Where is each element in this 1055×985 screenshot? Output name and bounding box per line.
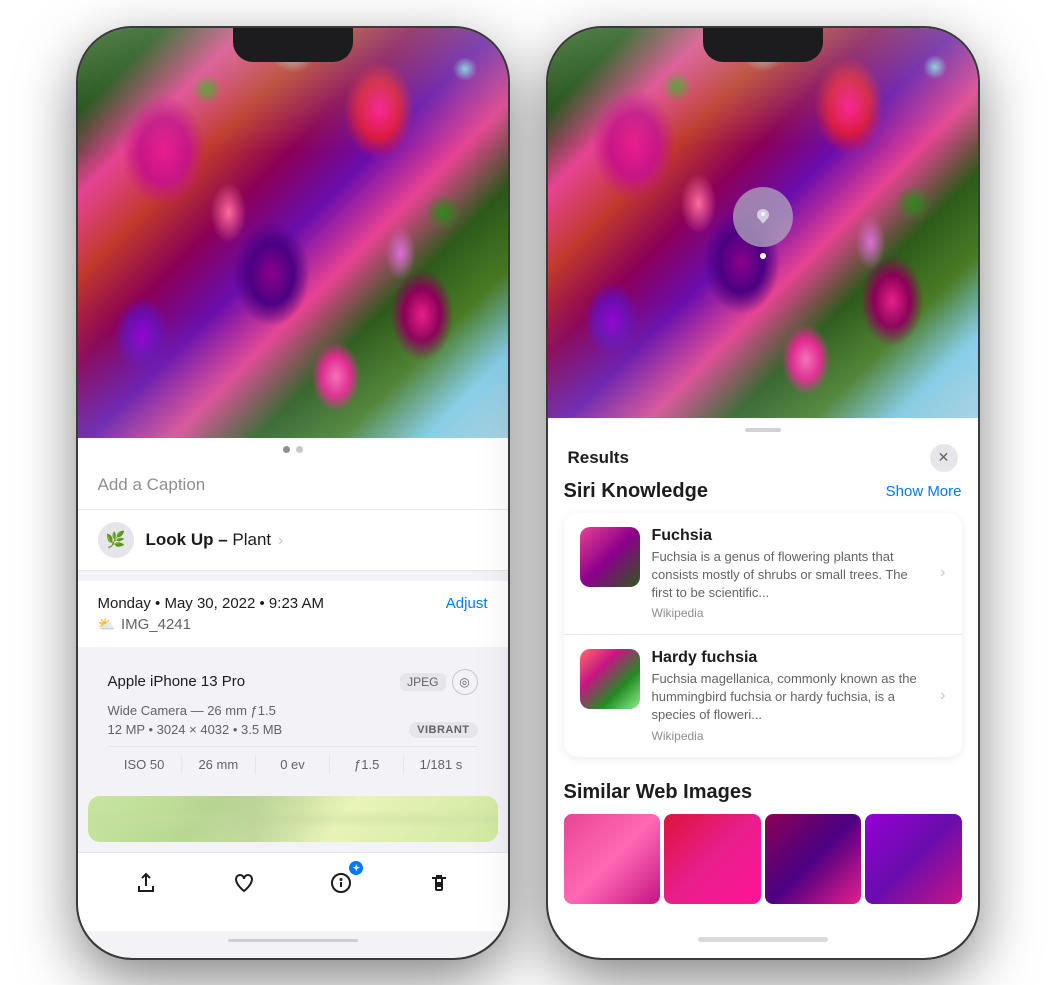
knowledge-item-fuchsia[interactable]: Fuchsia Fuchsia is a genus of flowering … (564, 513, 962, 635)
dot-2 (296, 446, 303, 453)
exif-aperture: ƒ1.5 (330, 755, 404, 774)
device-section: Apple iPhone 13 Pro JPEG ◎ Wide Camera —… (88, 657, 498, 786)
info-badge: ✦ (349, 861, 363, 875)
home-indicator (228, 939, 358, 941)
results-header: Results ✕ (548, 432, 978, 480)
exif-iso: ISO 50 (108, 755, 182, 774)
fuchsia-thumbnail (580, 527, 640, 587)
delete-button[interactable] (421, 865, 457, 901)
leaf-icon: 🌿 (106, 530, 126, 550)
right-phone: Results ✕ Siri Knowledge Show More Fuchs… (548, 28, 978, 958)
fuchsia-text: Fuchsia Fuchsia is a genus of flowering … (652, 527, 929, 621)
favorite-button[interactable] (226, 865, 262, 901)
visual-lookup-badge[interactable] (733, 187, 793, 247)
location-icon: ◎ (452, 669, 478, 695)
lookup-label: Look Up – Plant › (146, 530, 284, 550)
flower-photo-right[interactable] (548, 28, 978, 418)
home-indicator-right (698, 937, 828, 942)
caption-placeholder[interactable]: Add a Caption (98, 475, 206, 494)
exif-ev: 0 ev (256, 755, 330, 774)
exif-shutter: 1/181 s (404, 755, 477, 774)
hardy-fuchsia-chevron-icon: › (940, 687, 945, 705)
map-preview[interactable] (88, 796, 498, 843)
hardy-fuchsia-description: Fuchsia magellanica, commonly known as t… (652, 670, 929, 725)
siri-section: Siri Knowledge Show More Fuchsia Fuchsia… (548, 480, 978, 769)
date-row: Monday • May 30, 2022 • 9:23 AM Adjust (98, 595, 488, 612)
leaf-badge: 🌿 (98, 522, 134, 558)
notch (233, 28, 353, 62)
share-button[interactable] (128, 865, 164, 901)
cloud-icon: ⛅ (98, 616, 115, 633)
similar-image-4[interactable] (865, 814, 962, 904)
date-text: Monday • May 30, 2022 • 9:23 AM (98, 595, 324, 612)
file-details: 12 MP • 3024 × 4032 • 3.5 MB VIBRANT (108, 722, 478, 738)
fuchsia-source: Wikipedia (652, 606, 929, 620)
similar-image-1[interactable] (564, 814, 661, 904)
metadata-section: Monday • May 30, 2022 • 9:23 AM Adjust ⛅… (78, 581, 508, 647)
exif-row: ISO 50 26 mm 0 ev ƒ1.5 1/181 s (108, 746, 478, 774)
similar-section: Similar Web Images (548, 769, 978, 904)
file-info: 12 MP • 3024 × 4032 • 3.5 MB (108, 722, 283, 737)
hardy-fuchsia-thumbnail (580, 649, 640, 709)
fuchsia-chevron-icon: › (940, 564, 945, 582)
hardy-fuchsia-text: Hardy fuchsia Fuchsia magellanica, commo… (652, 649, 929, 743)
device-row: Apple iPhone 13 Pro JPEG ◎ (108, 669, 478, 695)
visual-lookup-dot (760, 253, 766, 259)
adjust-button[interactable]: Adjust (446, 595, 488, 612)
close-button[interactable]: ✕ (930, 444, 958, 472)
fuchsia-description: Fuchsia is a genus of flowering plants t… (652, 548, 929, 603)
siri-knowledge-title: Siri Knowledge (564, 480, 708, 503)
show-more-button[interactable]: Show More (886, 483, 962, 500)
siri-header: Siri Knowledge Show More (564, 480, 962, 503)
left-screen: Add a Caption 🌿 Look Up – Plant › Monday… (78, 28, 508, 958)
knowledge-item-hardy-fuchsia[interactable]: Hardy fuchsia Fuchsia magellanica, commo… (564, 634, 962, 757)
caption-area[interactable]: Add a Caption (78, 461, 508, 510)
left-phone: Add a Caption 🌿 Look Up – Plant › Monday… (78, 28, 508, 958)
notch-right (703, 28, 823, 62)
similar-images-grid (564, 814, 962, 904)
flower-photo-left[interactable] (78, 28, 508, 438)
fuchsia-name: Fuchsia (652, 527, 929, 545)
exif-focal: 26 mm (182, 755, 256, 774)
knowledge-card: Fuchsia Fuchsia is a genus of flowering … (564, 513, 962, 757)
lookup-chevron-icon: › (278, 532, 283, 549)
lookup-row[interactable]: 🌿 Look Up – Plant › (78, 510, 508, 571)
page-dots (78, 438, 508, 461)
hardy-fuchsia-source: Wikipedia (652, 729, 929, 743)
right-screen: Results ✕ Siri Knowledge Show More Fuchs… (548, 28, 978, 958)
hardy-fuchsia-name: Hardy fuchsia (652, 649, 929, 667)
vibrant-badge: VIBRANT (409, 722, 477, 738)
format-badges: JPEG ◎ (400, 669, 477, 695)
results-title: Results (568, 448, 629, 468)
similar-image-3[interactable] (765, 814, 862, 904)
filename-row: ⛅ IMG_4241 (98, 616, 488, 633)
results-panel: Results ✕ Siri Knowledge Show More Fuchs… (548, 418, 978, 929)
toolbar: ✦ (78, 852, 508, 931)
dot-1 (283, 446, 290, 453)
camera-details: Wide Camera — 26 mm ƒ1.5 (108, 703, 478, 718)
filename: IMG_4241 (121, 616, 191, 633)
device-name: Apple iPhone 13 Pro (108, 673, 246, 690)
format-badge: JPEG (400, 673, 445, 691)
similar-image-2[interactable] (664, 814, 761, 904)
similar-images-title: Similar Web Images (564, 781, 962, 804)
info-button[interactable]: ✦ (323, 865, 359, 901)
